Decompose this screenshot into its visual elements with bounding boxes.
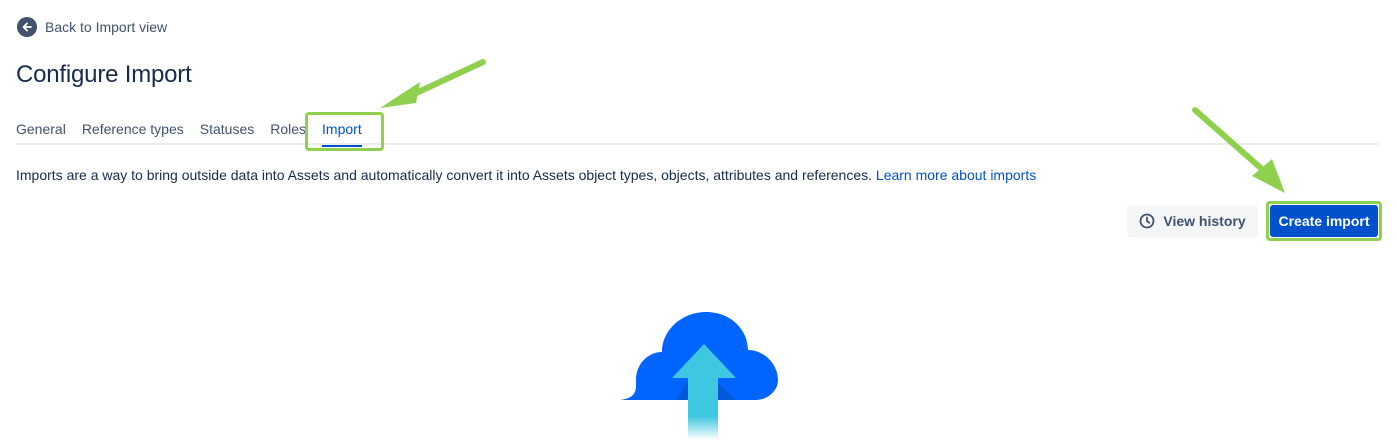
back-link[interactable]: Back to Import view	[17, 17, 167, 37]
tab-statuses[interactable]: Statuses	[200, 119, 254, 145]
annotation-arrow-tab	[380, 59, 486, 108]
back-link-label: Back to Import view	[45, 19, 168, 35]
cloud-upload-icon	[616, 308, 780, 440]
tab-reference-types[interactable]: Reference types	[82, 119, 184, 145]
page-title: Configure Import	[16, 61, 192, 88]
view-history-button[interactable]: View history	[1127, 205, 1258, 237]
tab-general[interactable]: General	[16, 119, 66, 145]
tab-import-highlight	[305, 112, 384, 151]
tab-bar: General Reference types Statuses Roles I…	[16, 119, 1378, 147]
intro-description: Imports are a way to bring outside data …	[16, 167, 873, 183]
tab-roles[interactable]: Roles	[270, 119, 306, 145]
configure-import-page: Back to Import view Configure Import Gen…	[0, 0, 1397, 440]
arrow-left-circle-icon	[17, 17, 37, 37]
intro-text: Imports are a way to bring outside data …	[16, 167, 1036, 183]
view-history-label: View history	[1163, 213, 1246, 229]
learn-more-link[interactable]: Learn more about imports	[876, 167, 1036, 183]
clock-icon	[1139, 213, 1155, 229]
create-import-button[interactable]: Create import	[1270, 205, 1378, 237]
